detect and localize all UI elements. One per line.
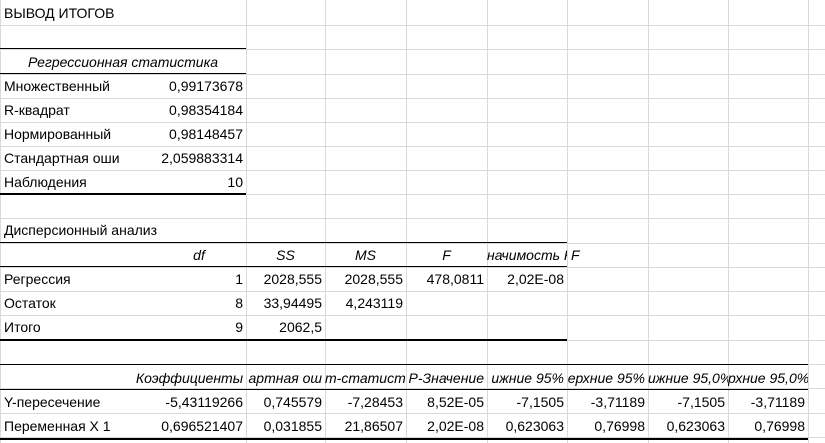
stat-value-r-squared[interactable]: 0,98354184 [152, 99, 246, 122]
coef-intercept-std-error[interactable]: 0,745579 [246, 391, 325, 414]
coef-x1-lower-95-0[interactable]: 0,623063 [648, 415, 728, 438]
coefficients-top-border [0, 364, 808, 365]
anova-row-label-residual[interactable]: Остаток [0, 292, 152, 315]
anova-regression-df[interactable]: 1 [152, 268, 246, 291]
coef-intercept-lower-95[interactable]: -7,1505 [487, 391, 567, 414]
coef-x1-std-error[interactable]: 0,031855 [246, 415, 325, 438]
coef-intercept-p-value[interactable]: 8,52E-05 [406, 391, 487, 414]
coef-header-coefficients[interactable]: Коэффициенты [122, 367, 246, 390]
coef-intercept-t-stat[interactable]: -7,28453 [325, 391, 406, 414]
coef-header-upper-95-0[interactable]: рхние 95,0% [728, 367, 808, 390]
coef-header-lower-95-0[interactable]: ижние 95,0% [648, 367, 728, 390]
stat-value-adjusted-r[interactable]: 0,98148457 [152, 123, 246, 146]
regression-stats-top-border [0, 48, 246, 49]
anova-title[interactable]: Дисперсионный анализ [0, 219, 246, 242]
stat-label-r-squared[interactable]: R-квадрат [0, 99, 152, 122]
stat-value-observations[interactable]: 10 [152, 171, 246, 194]
anova-header-df[interactable]: df [152, 244, 246, 267]
anova-header-border [0, 266, 567, 267]
coef-header-lower-95[interactable]: ижние 95% [487, 367, 567, 390]
stat-label-std-error[interactable]: Стандартная оши [0, 147, 148, 170]
coef-row-label-variable-x1[interactable]: Переменная X 1 [0, 415, 122, 438]
anova-row-label-regression[interactable]: Регрессия [0, 268, 152, 291]
stat-value-multiple-r[interactable]: 0,99173678 [152, 75, 246, 98]
regression-stats-header-border [0, 73, 246, 74]
coef-x1-coefficient[interactable]: 0,696521407 [122, 415, 246, 438]
anova-regression-ms[interactable]: 2028,555 [325, 268, 406, 291]
anova-row-label-total[interactable]: Итого [0, 316, 152, 339]
anova-top-border [0, 242, 567, 243]
coef-header-p-value[interactable]: P-Значение [406, 367, 487, 390]
coef-x1-t-stat[interactable]: 21,86507 [325, 415, 406, 438]
anova-header-ms[interactable]: MS [325, 244, 406, 267]
coef-header-upper-95[interactable]: ерхние 95% [567, 367, 648, 390]
anova-regression-f[interactable]: 478,0811 [406, 268, 487, 291]
anova-regression-ss[interactable]: 2028,555 [246, 268, 325, 291]
anova-residual-ms[interactable]: 4,243119 [325, 292, 406, 315]
coef-intercept-coefficient[interactable]: -5,43119266 [122, 391, 246, 414]
stat-label-observations[interactable]: Наблюдения [0, 171, 152, 194]
coef-x1-upper-95-0[interactable]: 0,76998 [728, 415, 808, 438]
stat-label-multiple-r[interactable]: Множественный [0, 75, 152, 98]
anova-header-significance[interactable]: начимость F [487, 244, 567, 267]
grid-row-line [0, 25, 825, 26]
coef-x1-p-value[interactable]: 2,02E-08 [406, 415, 487, 438]
anova-header-ss[interactable]: SS [246, 244, 325, 267]
coef-x1-lower-95[interactable]: 0,623063 [487, 415, 567, 438]
anova-header-f[interactable]: F [406, 244, 487, 267]
anova-residual-ss[interactable]: 33,94495 [246, 292, 325, 315]
coef-intercept-lower-95-0[interactable]: -7,1505 [648, 391, 728, 414]
summary-title[interactable]: ВЫВОД ИТОГОВ [0, 2, 246, 25]
anova-header-significance-overflow: F [571, 247, 580, 263]
coef-header-t-stat[interactable]: т-статисти [325, 367, 406, 390]
regression-stats-header[interactable]: Регрессионная статистика [0, 51, 246, 74]
coef-header-std-error[interactable]: артная ош [246, 367, 325, 390]
anova-total-ss[interactable]: 2062,5 [246, 316, 325, 339]
stat-value-std-error[interactable]: 2,059883314 [148, 147, 246, 170]
anova-total-df[interactable]: 9 [152, 316, 246, 339]
regression-stats-bottom-border [0, 193, 246, 195]
anova-bottom-border [0, 339, 567, 341]
stat-label-adjusted-r[interactable]: Нормированный [0, 123, 152, 146]
grid-row-line [0, 49, 825, 50]
anova-regression-significance[interactable]: 2,02E-08 [487, 268, 567, 291]
coef-intercept-upper-95-0[interactable]: -3,71189 [728, 391, 808, 414]
coef-intercept-upper-95[interactable]: -3,71189 [567, 391, 648, 414]
coef-row-label-intercept[interactable]: Y-пересечение [0, 391, 122, 414]
anova-residual-df[interactable]: 8 [152, 292, 246, 315]
coefficients-bottom-border [0, 438, 808, 440]
coefficients-header-border [0, 389, 808, 390]
coef-x1-upper-95[interactable]: 0,76998 [567, 415, 648, 438]
grid-col-line [808, 0, 809, 443]
